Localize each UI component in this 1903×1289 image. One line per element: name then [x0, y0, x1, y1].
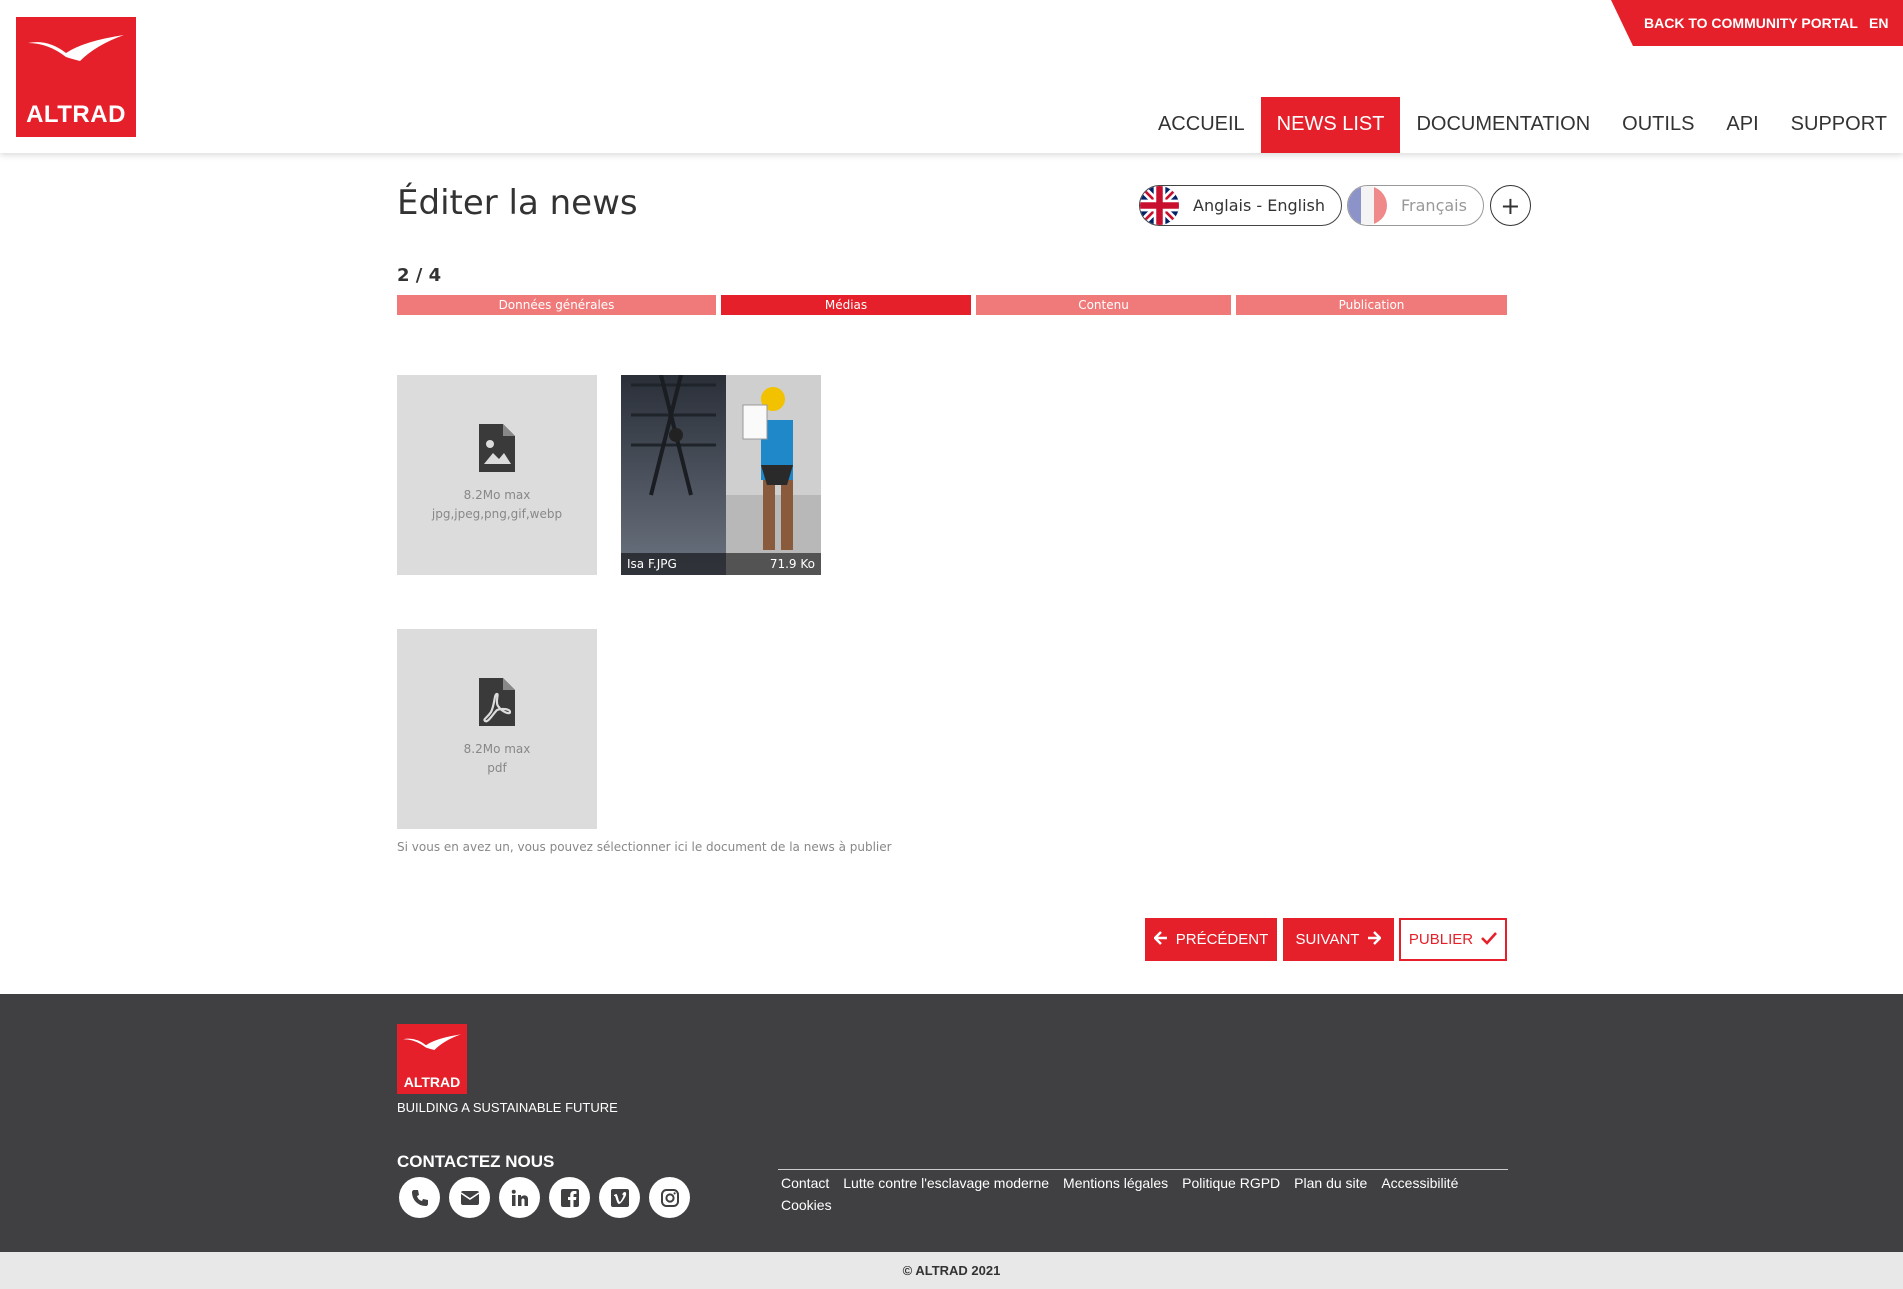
site-header: ALTRAD BACK TO COMMUNITY PORTAL EN ACCUE… [0, 0, 1903, 153]
pdf-help-text: Si vous en avez un, vous pouvez sélectio… [397, 840, 892, 854]
pdf-upload-dropzone[interactable]: 8.2Mo max pdf [397, 629, 597, 829]
nav-item-accueil[interactable]: ACCUEIL [1142, 97, 1261, 153]
instagram-icon[interactable] [649, 1177, 690, 1218]
upload-size-limit: 8.2Mo max [463, 742, 531, 756]
publish-button-label: PUBLIER [1408, 931, 1474, 948]
language-tab-english[interactable]: Anglais - English [1139, 185, 1342, 226]
bird-logo-icon [403, 1034, 461, 1050]
upload-size-limit: 8.2Mo max [463, 488, 531, 502]
arrow-left-icon [1153, 930, 1168, 949]
fr-flag-icon [1348, 186, 1387, 225]
add-language-button[interactable]: + [1489, 185, 1531, 226]
footer-links: Contact Lutte contre l'esclavage moderne… [781, 1175, 1501, 1213]
pdf-file-icon [477, 676, 517, 732]
contact-heading: CONTACTEZ NOUS [397, 1152, 555, 1171]
upload-formats: jpg,jpeg,png,gif,webp [431, 507, 563, 521]
nav-item-outils[interactable]: OUTILS [1606, 97, 1710, 153]
nav-item-support[interactable]: SUPPORT [1775, 97, 1903, 153]
uploaded-photo [621, 375, 821, 575]
footer-link-mentions-legales[interactable]: Mentions légales [1063, 1175, 1168, 1191]
social-links [399, 1177, 690, 1218]
altrad-logo[interactable]: ALTRAD [16, 17, 136, 137]
thumbnail-caption: Isa F.JPG 71.9 Ko [621, 553, 821, 575]
next-button-label: SUIVANT [1295, 931, 1360, 948]
site-footer [0, 994, 1903, 1252]
footer-altrad-logo[interactable]: ALTRAD [397, 1024, 467, 1094]
language-tab-french[interactable]: Français [1347, 185, 1484, 226]
linkedin-icon[interactable] [499, 1177, 540, 1218]
image-file-icon [477, 422, 517, 478]
logo-text: ALTRAD [26, 101, 126, 128]
footer-link-cookies[interactable]: Cookies [781, 1197, 832, 1213]
step-donnees-generales[interactable]: Données générales [397, 295, 716, 315]
back-to-portal-link[interactable]: BACK TO COMMUNITY PORTAL [1644, 15, 1858, 31]
phone-icon[interactable] [399, 1177, 440, 1218]
footer-link-esclavage[interactable]: Lutte contre l'esclavage moderne [843, 1175, 1049, 1191]
previous-button[interactable]: PRÉCÉDENT [1145, 918, 1277, 961]
nav-item-api[interactable]: API [1710, 97, 1774, 153]
step-publication[interactable]: Publication [1236, 295, 1507, 315]
step-contenu[interactable]: Contenu [976, 295, 1231, 315]
image-upload-dropzone[interactable]: 8.2Mo max jpg,jpeg,png,gif,webp [397, 375, 597, 575]
copyright: © ALTRAD 2021 [0, 1252, 1903, 1289]
upload-formats: pdf [487, 761, 507, 775]
footer-link-accessibilite[interactable]: Accessibilité [1381, 1175, 1458, 1191]
nav-item-documentation[interactable]: DOCUMENTATION [1400, 97, 1606, 153]
uploaded-image-thumbnail[interactable]: Isa F.JPG 71.9 Ko [621, 375, 821, 575]
footer-link-rgpd[interactable]: Politique RGPD [1182, 1175, 1280, 1191]
publish-button[interactable]: PUBLIER [1399, 918, 1507, 961]
envelope-icon[interactable] [449, 1177, 490, 1218]
main-nav: ACCUEIL NEWS LIST DOCUMENTATION OUTILS A… [1142, 97, 1903, 153]
footer-divider [778, 1169, 1508, 1170]
language-tab-label: Anglais - English [1193, 196, 1325, 215]
nav-item-news-list[interactable]: NEWS LIST [1260, 97, 1401, 153]
vimeo-icon[interactable] [599, 1177, 640, 1218]
bird-logo-icon [28, 35, 124, 61]
check-icon [1481, 931, 1498, 949]
facebook-icon[interactable] [549, 1177, 590, 1218]
language-tab-label: Français [1401, 196, 1467, 215]
image-file-size: 71.9 Ko [769, 557, 815, 571]
next-button[interactable]: SUIVANT [1283, 918, 1394, 961]
image-file-name: Isa F.JPG [627, 557, 677, 571]
step-medias[interactable]: Médias [721, 295, 971, 315]
step-progress: Données générales Médias Contenu Publica… [397, 295, 1507, 315]
previous-button-label: PRÉCÉDENT [1175, 931, 1269, 948]
uk-flag-icon [1140, 186, 1179, 225]
language-switch[interactable]: EN [1869, 15, 1888, 31]
footer-logo-text: ALTRAD [403, 1074, 461, 1090]
arrow-right-icon [1367, 930, 1383, 949]
language-tabs: Anglais - English Français + [1139, 185, 1531, 226]
step-counter: 2 / 4 [397, 265, 442, 286]
footer-link-contact[interactable]: Contact [781, 1175, 829, 1191]
footer-tagline: BUILDING A SUSTAINABLE FUTURE [397, 1100, 618, 1115]
page-title: Éditer la news [397, 183, 638, 223]
footer-link-plan-du-site[interactable]: Plan du site [1294, 1175, 1367, 1191]
